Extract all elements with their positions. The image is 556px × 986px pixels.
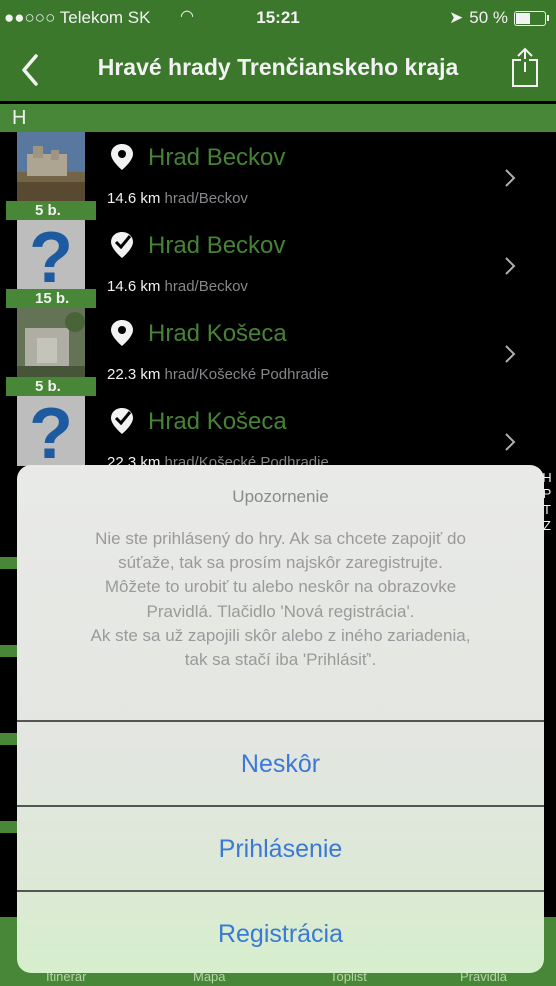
alert-dialog: Upozornenie Nie ste prihlásený do hry. A… [17, 465, 544, 973]
alert-message-line: Ak ste sa už zapojili skôr alebo z iného… [90, 625, 471, 645]
alert-message-line: tak sa stačí iba 'Prihlásiť'. [184, 650, 377, 670]
alert-message-line: súťaže, tak sa prosím najskôr zaregistru… [118, 553, 443, 573]
register-button[interactable]: Registrácia [17, 892, 544, 973]
alert-message: Nie ste prihlásený do hry. Ak sa chcete … [39, 527, 522, 672]
alert-message-line: Môžete to urobiť tu alebo neskôr na obra… [104, 577, 457, 597]
later-button[interactable]: Neskôr [17, 722, 544, 806]
alert-title: Upozornenie [232, 487, 329, 506]
login-button[interactable]: Prihlásenie [17, 807, 544, 891]
alert-message-line: Pravidlá. Tlačidlo 'Nová registrácia'. [146, 601, 415, 621]
alert-message-line: Nie ste prihlásený do hry. Ak sa chcete … [95, 529, 466, 548]
